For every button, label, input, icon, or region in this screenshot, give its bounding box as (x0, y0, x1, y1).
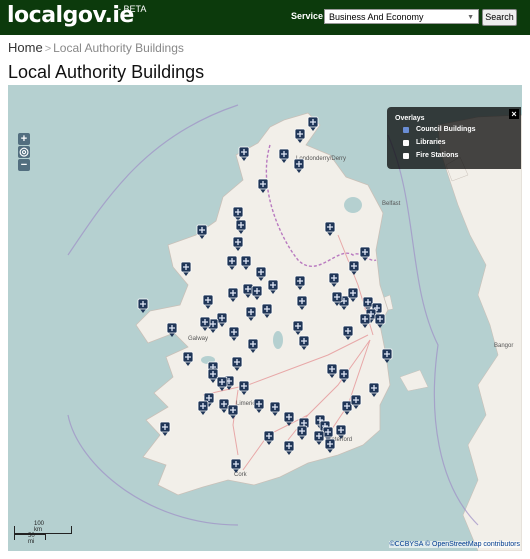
checkbox-icon[interactable] (403, 153, 409, 159)
page-title: Local Authority Buildings (8, 62, 205, 82)
service-select-value: Business And Economy (329, 12, 424, 22)
place-label-galway: Galway (188, 336, 208, 342)
overlays-panel: × Overlays Council Buildings Libraries F… (387, 107, 521, 169)
overlay-label: Libraries (416, 139, 446, 146)
zoom-in-button[interactable]: + (18, 133, 30, 145)
globe-icon[interactable]: ◎ (18, 146, 30, 158)
place-label-belfast: Belfast (382, 201, 401, 207)
overlay-label: Council Buildings (416, 126, 476, 133)
overlays-title: Overlays (395, 115, 425, 122)
top-bar: localgov.ie - BETA Service Business And … (0, 0, 530, 35)
map-attribution[interactable]: ©CCBYSA © OpenStreetMap contributors (389, 541, 520, 548)
service-label: Service (291, 11, 324, 21)
breadcrumb-separator-icon: > (44, 43, 52, 55)
search-button[interactable]: Search (482, 9, 517, 26)
zoom-controls: + ◎ − (18, 133, 30, 172)
scale-km-label: 100 km (34, 521, 45, 533)
zoom-out-button[interactable]: − (18, 159, 30, 171)
scale-mi-label: 50 mi (28, 533, 35, 545)
chevron-down-icon: ▼ (467, 14, 474, 21)
breadcrumb-current: Local Authority Buildings (53, 41, 184, 55)
lough-neagh (344, 197, 362, 213)
service-select[interactable]: Business And Economy ▼ (324, 9, 479, 24)
site-logo[interactable]: localgov.ie (7, 3, 134, 28)
map-view[interactable]: Londonderry/Derry Belfast Galway Bangor … (8, 85, 522, 551)
checkbox-icon[interactable] (403, 140, 409, 146)
checkbox-checked-icon[interactable] (403, 127, 409, 133)
beta-tag: - BETA (118, 4, 147, 14)
lake (273, 331, 283, 349)
breadcrumb: Home > Local Authority Buildings (8, 40, 184, 55)
close-icon[interactable]: × (509, 109, 519, 119)
overlay-label: Fire Stations (416, 152, 459, 159)
place-label-bangor: Bangor (494, 343, 513, 349)
breadcrumb-home-link[interactable]: Home (8, 40, 43, 55)
